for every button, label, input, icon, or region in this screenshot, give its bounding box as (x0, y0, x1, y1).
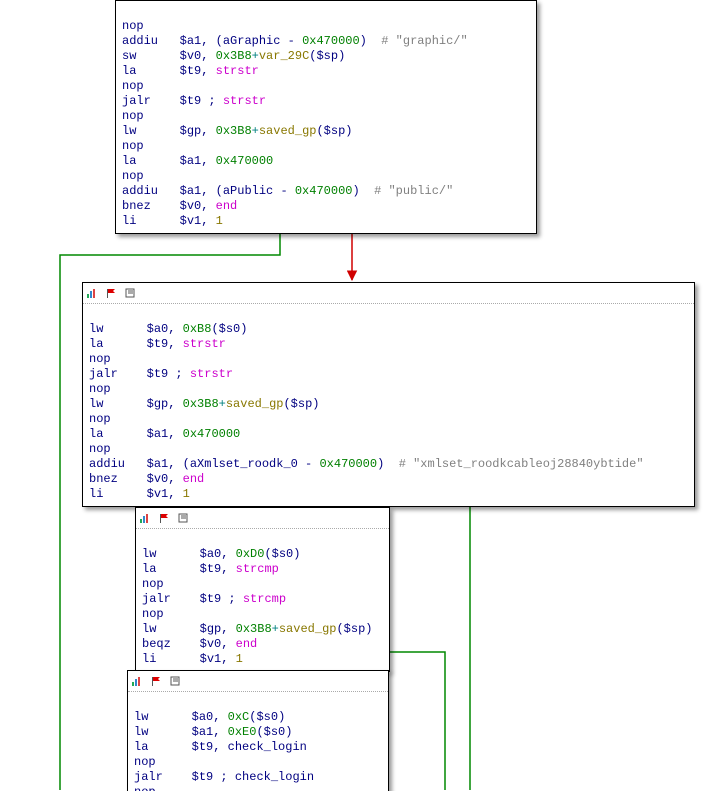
flag-icon[interactable] (151, 676, 163, 686)
block-1: lw $a0, 0xB8($s0) la $t9, strstr nop jal… (82, 282, 695, 507)
block-2: lw $a0, 0xD0($s0) la $t9, strcmp nop jal… (135, 507, 390, 672)
flag-icon[interactable] (159, 513, 171, 523)
block-3: lw $a0, 0xC($s0) lw $a1, 0xE0($s0) la $t… (127, 670, 389, 791)
doc-icon[interactable] (125, 288, 137, 298)
doc-icon[interactable] (178, 513, 190, 523)
doc-icon[interactable] (170, 676, 182, 686)
block-2-code[interactable]: lw $a0, 0xD0($s0) la $t9, strcmp nop jal… (136, 529, 389, 671)
block-1-iconbar (83, 283, 694, 304)
block-2-iconbar (136, 508, 389, 529)
chart-icon[interactable] (87, 288, 99, 298)
block-3-code[interactable]: lw $a0, 0xC($s0) lw $a1, 0xE0($s0) la $t… (128, 692, 388, 791)
block-0-code[interactable]: nop addiu $a1, (aGraphic - 0x470000) # "… (116, 1, 536, 233)
block-0: nop addiu $a1, (aGraphic - 0x470000) # "… (115, 0, 537, 234)
block-1-code[interactable]: lw $a0, 0xB8($s0) la $t9, strstr nop jal… (83, 304, 694, 506)
chart-icon[interactable] (132, 676, 144, 686)
chart-icon[interactable] (140, 513, 152, 523)
flag-icon[interactable] (106, 288, 118, 298)
block-3-iconbar (128, 671, 388, 692)
